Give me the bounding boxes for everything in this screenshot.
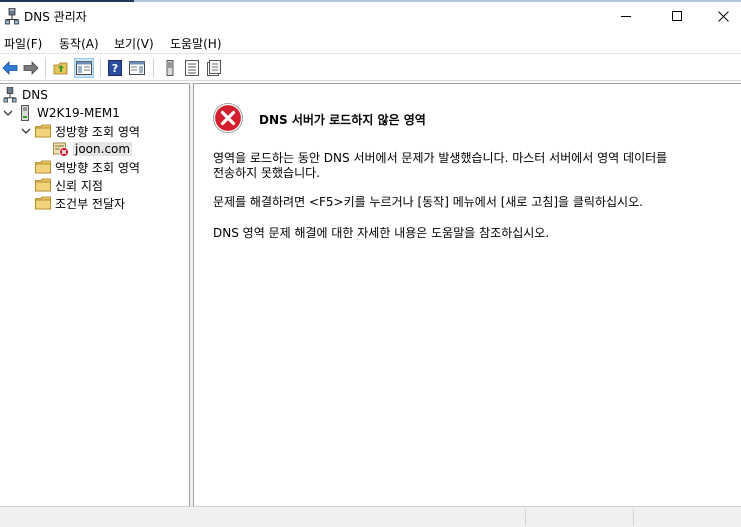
- error-message-1-line2: 전송하지 못했습니다.: [213, 166, 320, 180]
- error-message-2: 문제를 해결하려면 <F5>키를 누르거나 [동작] 메뉴에서 [새로 고침]을…: [213, 195, 643, 209]
- server-icon: [17, 105, 33, 121]
- toolbar-separator: [45, 59, 46, 77]
- dns-manager-icon: [5, 7, 19, 25]
- status-bar: [0, 506, 741, 527]
- server-list-icon: [166, 60, 174, 76]
- chevron-down-icon[interactable]: [2, 107, 14, 119]
- tree-node-reverse-zones[interactable]: 역방향 조회 영역: [20, 158, 140, 176]
- menu-file[interactable]: 파일(F): [4, 35, 42, 52]
- close-icon: [717, 10, 729, 22]
- maximize-button[interactable]: [654, 0, 700, 32]
- show-hide-action-pane-icon: [129, 61, 145, 75]
- menu-action[interactable]: 동작(A): [59, 35, 99, 52]
- status-segment: [633, 509, 741, 526]
- status-segment: [525, 509, 633, 526]
- console-tree: DNS W2K19-MEM1 정방향 조회 영역 joon.com 역방향 조회…: [0, 83, 190, 506]
- list-icon: [185, 60, 199, 76]
- folder-icon: [35, 177, 51, 193]
- tree-label: 정방향 조회 영역: [55, 124, 140, 139]
- dns-root-icon: [2, 87, 18, 103]
- toolbar-separator: [100, 59, 101, 77]
- minimize-button[interactable]: [603, 0, 649, 32]
- back-button[interactable]: [0, 58, 20, 78]
- show-hide-tree-button[interactable]: [74, 58, 94, 78]
- show-hide-action-pane-button[interactable]: [127, 58, 147, 78]
- tree-label: joon.com: [73, 142, 133, 156]
- results-pane: DNS 서버가 로드하지 않은 영역 영역을 로드하는 동안 DNS 서버에서 …: [194, 83, 741, 506]
- show-hide-tree-icon: [76, 61, 92, 75]
- help-button[interactable]: ?: [105, 58, 125, 78]
- maximize-icon: [671, 10, 682, 21]
- list-button[interactable]: [182, 58, 202, 78]
- tree-label: 신뢰 지점: [55, 178, 103, 193]
- svg-text:?: ?: [112, 62, 118, 75]
- forward-arrow-icon: [23, 61, 39, 75]
- tree-label: 역방향 조회 영역: [55, 160, 140, 175]
- error-title: DNS 서버가 로드하지 않은 영역: [259, 113, 426, 127]
- toolbar-separator: [153, 59, 154, 77]
- minimize-icon: [620, 15, 631, 17]
- tree-label: 조건부 전달자: [55, 196, 126, 211]
- window-title: DNS 관리자: [24, 10, 87, 24]
- folder-icon: [35, 123, 51, 139]
- zone-error-icon: [53, 141, 69, 157]
- tree-node-dns[interactable]: DNS: [2, 86, 48, 104]
- properties-icon: [207, 60, 221, 76]
- up-one-level-button[interactable]: [51, 58, 71, 78]
- forward-button[interactable]: [21, 58, 41, 78]
- tree-label: DNS: [22, 88, 48, 102]
- menu-help[interactable]: 도움말(H): [170, 35, 222, 52]
- server-list-button[interactable]: [160, 58, 180, 78]
- tree-node-forward-zones[interactable]: 정방향 조회 영역: [20, 122, 140, 140]
- folder-icon: [35, 159, 51, 175]
- menu-view[interactable]: 보기(V): [114, 35, 154, 52]
- tree-node-zone-joon-com[interactable]: joon.com: [53, 140, 133, 158]
- error-message-3: DNS 영역 문제 해결에 대한 자세한 내용은 도움말을 참조하십시오.: [213, 226, 550, 240]
- title-bar: DNS 관리자: [0, 0, 741, 32]
- tree-node-server[interactable]: W2K19-MEM1: [2, 104, 120, 122]
- error-message-1-line1: 영역을 로드하는 동안 DNS 서버에서 문제가 발생했습니다. 마스터 서버에…: [213, 151, 668, 165]
- help-icon: ?: [108, 60, 122, 76]
- error-icon: [212, 102, 244, 134]
- tree-node-trust-points[interactable]: 신뢰 지점: [20, 176, 103, 194]
- folder-icon: [35, 195, 51, 211]
- up-folder-icon: [53, 62, 68, 75]
- error-message-1: 영역을 로드하는 동안 DNS 서버에서 문제가 발생했습니다. 마스터 서버에…: [213, 151, 667, 181]
- properties-button[interactable]: [204, 58, 224, 78]
- tree-label: W2K19-MEM1: [37, 106, 120, 120]
- back-arrow-icon: [2, 61, 18, 75]
- toolbar: ?: [0, 55, 741, 81]
- tree-node-conditional-forwarders[interactable]: 조건부 전달자: [20, 194, 125, 212]
- menu-bar: 파일(F) 동작(A) 보기(V) 도움말(H): [0, 32, 741, 54]
- chevron-down-icon[interactable]: [20, 125, 32, 137]
- close-button[interactable]: [700, 0, 741, 32]
- dns-manager-window: DNS 관리자 파일(F) 동작(A) 보기(V) 도움말(H) ? DNS W…: [0, 0, 741, 527]
- title-top-accent: [0, 0, 134, 2]
